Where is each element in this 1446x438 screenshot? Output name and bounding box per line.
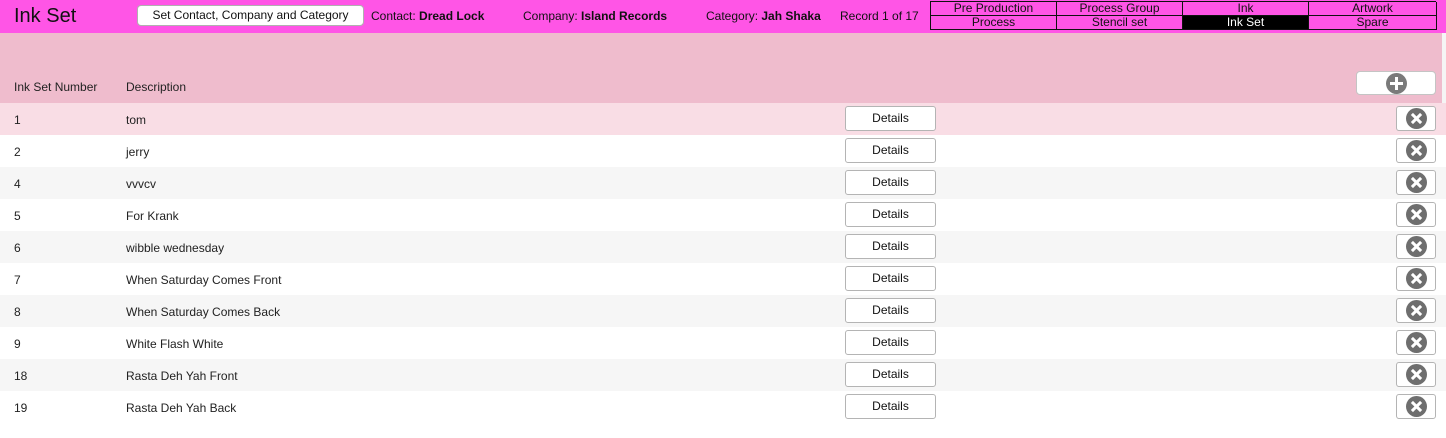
nav-item-process[interactable]: Process	[931, 16, 1057, 30]
page-title: Ink Set	[14, 5, 77, 27]
x-circle-icon	[1406, 236, 1427, 257]
ink-set-number: 9	[14, 337, 21, 351]
table-row[interactable]: 7 When Saturday Comes Front Details	[0, 263, 1446, 295]
delete-button[interactable]	[1396, 330, 1436, 355]
delete-button[interactable]	[1396, 202, 1436, 227]
set-contact-company-category-button[interactable]: Set Contact, Company and Category	[137, 5, 364, 26]
company-label: Company:	[523, 9, 578, 23]
delete-button[interactable]	[1396, 234, 1436, 259]
column-header-ink-set-number: Ink Set Number	[14, 80, 98, 94]
ink-set-description: jerry	[126, 145, 150, 159]
top-bar: Ink Set Set Contact, Company and Categor…	[0, 0, 1446, 33]
ink-set-description: tom	[126, 113, 147, 127]
table-row[interactable]: 2 jerry Details	[0, 135, 1446, 167]
details-button[interactable]: Details	[845, 106, 936, 131]
details-button[interactable]: Details	[845, 330, 936, 355]
details-button[interactable]: Details	[845, 234, 936, 259]
x-circle-icon	[1406, 140, 1427, 161]
ink-set-number: 6	[14, 241, 21, 255]
details-button[interactable]: Details	[845, 394, 936, 419]
contact-label: Contact:	[371, 9, 416, 23]
ink-set-description: When Saturday Comes Back	[126, 305, 281, 319]
details-button[interactable]: Details	[845, 298, 936, 323]
company-value: Island Records	[581, 9, 668, 23]
delete-button[interactable]	[1396, 362, 1436, 387]
delete-button[interactable]	[1396, 394, 1436, 419]
ink-set-number: 18	[14, 369, 28, 383]
details-button[interactable]: Details	[845, 202, 936, 227]
scrollbar-edge	[1442, 33, 1446, 103]
nav-item-ink[interactable]: Ink	[1183, 2, 1309, 16]
details-button[interactable]: Details	[845, 170, 936, 195]
ink-set-number: 4	[14, 177, 21, 191]
add-record-button[interactable]	[1356, 71, 1436, 95]
ink-set-number: 5	[14, 209, 21, 223]
ink-set-number: 2	[14, 145, 21, 159]
ink-set-number: 8	[14, 305, 21, 319]
nav-item-process-group[interactable]: Process Group	[1057, 2, 1183, 16]
ink-set-description: Rasta Deh Yah Back	[126, 401, 237, 415]
table-row[interactable]: 19 Rasta Deh Yah Back Details	[0, 391, 1446, 423]
table-row[interactable]: 6 wibble wednesday Details	[0, 231, 1446, 263]
table-row[interactable]: 1 tom Details	[0, 103, 1446, 135]
ink-set-description: When Saturday Comes Front	[126, 273, 282, 287]
delete-button[interactable]	[1396, 106, 1436, 131]
table-row[interactable]: 4 vvvcv Details	[0, 167, 1446, 199]
x-circle-icon	[1406, 172, 1427, 193]
delete-button[interactable]	[1396, 170, 1436, 195]
delete-button[interactable]	[1396, 138, 1436, 163]
navigation-grid: Pre Production Process Group Ink Artwork Pro…	[930, 1, 1437, 30]
x-circle-icon	[1406, 268, 1427, 289]
ink-set-description: For Krank	[126, 209, 179, 223]
table-row[interactable]: 8 When Saturday Comes Back Details	[0, 295, 1446, 327]
ink-set-description: wibble wednesday	[126, 241, 225, 255]
x-circle-icon	[1406, 364, 1427, 385]
table-row[interactable]: 9 White Flash White Details	[0, 327, 1446, 359]
ink-set-number: 7	[14, 273, 21, 287]
ink-set-number: 19	[14, 401, 28, 415]
details-button[interactable]: Details	[845, 266, 936, 291]
company-info: Company: Island Records	[523, 9, 667, 23]
details-button[interactable]: Details	[845, 362, 936, 387]
ink-set-number: 1	[14, 113, 21, 127]
x-circle-icon	[1406, 396, 1427, 417]
delete-button[interactable]	[1396, 266, 1436, 291]
category-value: Jah Shaka	[761, 9, 821, 23]
plus-circle-icon	[1386, 73, 1407, 94]
ink-set-description: vvvcv	[126, 177, 156, 191]
nav-item-stencil-set[interactable]: Stencil set	[1057, 16, 1183, 30]
contact-info: Contact: Dread Lock	[371, 9, 484, 23]
x-circle-icon	[1406, 204, 1427, 225]
x-circle-icon	[1406, 108, 1427, 129]
ink-set-description: White Flash White	[126, 337, 224, 351]
nav-item-artwork[interactable]: Artwork	[1309, 2, 1437, 16]
nav-item-pre-production[interactable]: Pre Production	[931, 2, 1057, 16]
column-header-description: Description	[126, 80, 187, 94]
table-row[interactable]: 18 Rasta Deh Yah Front Details	[0, 359, 1446, 391]
table-row[interactable]: 5 For Krank Details	[0, 199, 1446, 231]
x-circle-icon	[1406, 332, 1427, 353]
category-label: Category:	[706, 9, 759, 23]
delete-button[interactable]	[1396, 298, 1436, 323]
details-button[interactable]: Details	[845, 138, 936, 163]
nav-item-spare[interactable]: Spare	[1309, 16, 1437, 30]
category-info: Category: Jah Shaka	[706, 9, 821, 23]
contact-value: Dread Lock	[419, 9, 485, 23]
x-circle-icon	[1406, 300, 1427, 321]
ink-set-list: 1 tom Details 2 jerry Details 4 vvvcv Details 5 Fo…	[0, 103, 1446, 423]
table-header	[0, 33, 1446, 103]
ink-set-description: Rasta Deh Yah Front	[126, 369, 238, 383]
nav-item-ink-set[interactable]: Ink Set	[1183, 16, 1309, 30]
record-counter: Record 1 of 17	[840, 9, 919, 23]
